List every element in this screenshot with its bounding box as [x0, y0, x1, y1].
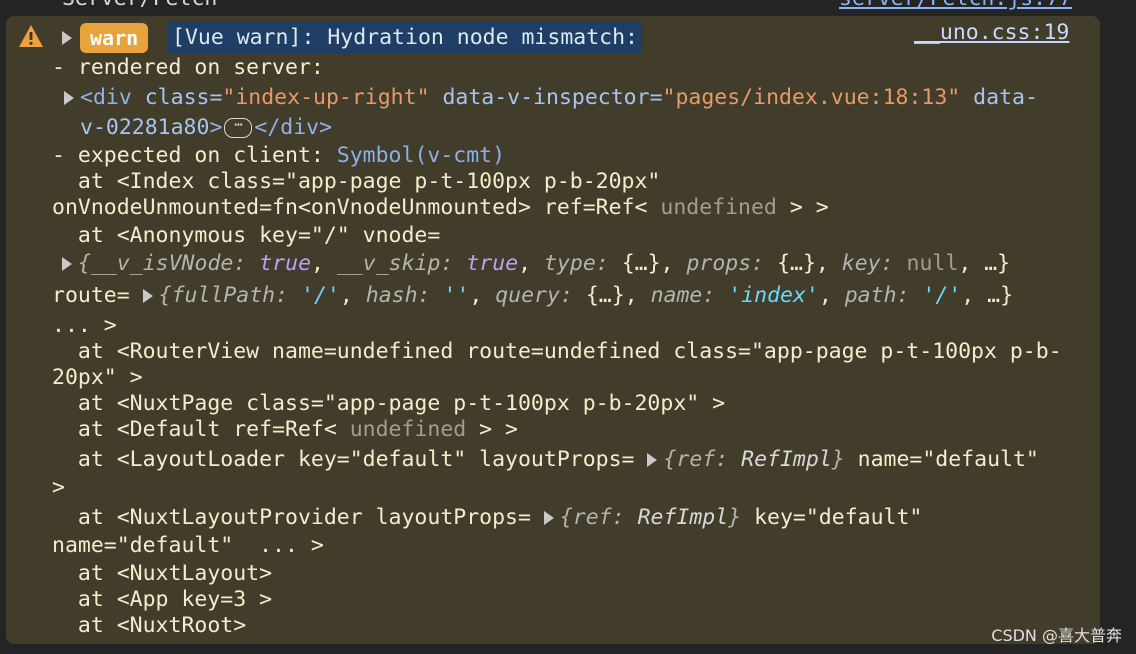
expand-object-icon[interactable] — [62, 257, 72, 271]
stack-line: at <Index class="app-page p-t-100px p-b-… — [52, 169, 661, 194]
route-object-row[interactable]: route= {fullPath: '/', hash: '', query: … — [52, 282, 1013, 310]
expand-toggle-icon[interactable] — [62, 24, 78, 52]
previous-source-link[interactable]: server/Fetch.js:77 — [839, 0, 1072, 11]
stack-line: at <LayoutLoader key="default" layoutPro… — [52, 447, 1039, 472]
console-warning-entry: warn [Vue warn]: Hydration node mismatch… — [6, 16, 1100, 644]
stack-line: at <NuxtRoot> — [52, 613, 247, 638]
csdn-watermark: CSDN @喜大普奔 — [991, 626, 1122, 645]
stack-line: at <Anonymous key="/" vnode= — [52, 223, 441, 248]
expand-node-icon[interactable] — [64, 91, 74, 105]
stack-line: > — [52, 475, 65, 500]
stack-line: at <Default ref=Ref< undefined > > — [52, 417, 518, 442]
rendered-node-row[interactable]: <div class="index-up-right" data-v-inspe… — [64, 84, 1038, 112]
previous-log-strip: Server/Fetch server/Fetch.js:77 — [0, 0, 1136, 16]
expected-line: - expected on client: Symbol(v-cmt) — [52, 143, 506, 168]
collapsed-children-button[interactable]: ⋯ — [224, 118, 253, 138]
warning-message: [Vue warn]: Hydration node mismatch: — [168, 22, 642, 54]
log-line: - rendered on server: — [52, 55, 324, 80]
stack-line: at <NuxtPage class="app-page p-t-100px p… — [52, 391, 726, 416]
stack-line: ... > — [52, 313, 117, 338]
stack-line: at <App key=3 > — [52, 587, 273, 612]
stack-line: onVnodeUnmounted=fn<onVnodeUnmounted> re… — [52, 195, 829, 220]
expand-object-icon[interactable] — [142, 289, 153, 303]
rendered-node-row-cont: v-02281a80> ⋯ </div> — [80, 115, 333, 140]
expand-object-icon[interactable] — [647, 453, 658, 467]
expand-object-icon[interactable] — [543, 511, 554, 525]
previous-log-text: Server/Fetch — [62, 0, 217, 11]
source-location-link[interactable]: __uno.css:19 — [914, 20, 1069, 45]
vnode-object-row[interactable]: {__v_isVNode: true, __v_skip: true, type… — [62, 250, 1010, 278]
warning-icon — [19, 25, 43, 47]
stack-line: name="default" ... > — [52, 533, 324, 558]
stack-line: at <NuxtLayoutProvider layoutProps= {ref… — [52, 505, 923, 530]
warn-badge: warn — [80, 23, 149, 53]
stack-line: at <RouterView name=undefined route=unde… — [52, 339, 1062, 364]
stack-line: 20px" > — [52, 365, 143, 390]
stack-line: at <NuxtLayout> — [52, 561, 273, 586]
